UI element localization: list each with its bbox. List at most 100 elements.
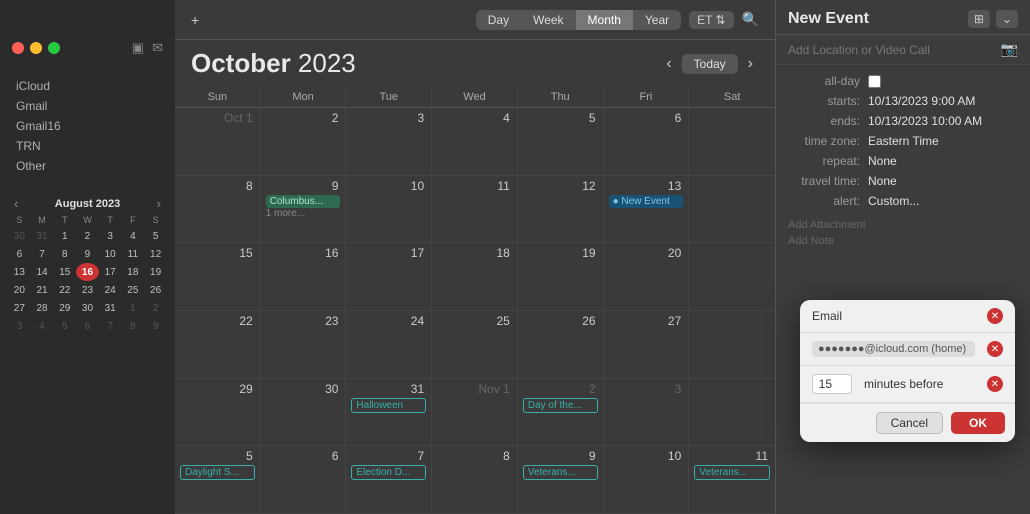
mini-cell[interactable]: 2	[76, 227, 99, 245]
video-call-btn[interactable]: 📷	[1001, 41, 1018, 58]
view-month-btn[interactable]: Month	[576, 10, 633, 30]
mini-cell[interactable]: 30	[8, 227, 31, 245]
repeat-value[interactable]: None	[868, 154, 897, 168]
mini-cell[interactable]: 5	[53, 317, 76, 335]
dialog-email-field[interactable]: ●●●●●●●@icloud.com (home)	[812, 341, 975, 357]
cal-cell[interactable]: 5	[518, 108, 604, 176]
event-chip-veterans2[interactable]: Veterans...	[694, 465, 770, 480]
cal-cell[interactable]: 8	[432, 446, 518, 514]
alert-value[interactable]: Custom...	[868, 194, 919, 208]
cal-cell[interactable]: Nov 1	[432, 379, 518, 447]
mini-cell[interactable]: 4	[122, 227, 145, 245]
cal-cell[interactable]: 16	[261, 243, 347, 311]
panel-icon-btn2[interactable]: ⌄	[996, 10, 1018, 28]
cal-cell[interactable]: 3	[604, 379, 690, 447]
mini-cell[interactable]: 3	[8, 317, 31, 335]
mini-cell[interactable]: 7	[31, 245, 54, 263]
cal-cell[interactable]: 31 Halloween	[346, 379, 432, 447]
sidebar-item-trn[interactable]: TRN	[0, 136, 175, 156]
cal-cell[interactable]: 4	[432, 108, 518, 176]
cal-cell[interactable]	[689, 243, 775, 311]
event-chip-election[interactable]: Election D...	[351, 465, 426, 480]
cal-cell[interactable]: 5 Daylight S...	[175, 446, 261, 514]
mini-cell[interactable]: 7	[99, 317, 122, 335]
mini-cell[interactable]: 20	[8, 281, 31, 299]
mini-cell[interactable]: 12	[144, 245, 167, 263]
mini-cell[interactable]: 17	[99, 263, 122, 281]
mini-cell[interactable]: 9	[76, 245, 99, 263]
mini-cell[interactable]: 27	[8, 299, 31, 317]
cal-cell[interactable]: 20	[604, 243, 690, 311]
cal-cell[interactable]: 6	[261, 446, 347, 514]
mini-cell[interactable]: 14	[31, 263, 54, 281]
cal-cell[interactable]: 13 ● New Event	[604, 176, 690, 244]
mini-cell[interactable]: 18	[122, 263, 145, 281]
add-event-btn[interactable]: +	[191, 12, 199, 28]
event-chip-day-of-the[interactable]: Day of the...	[523, 398, 598, 413]
mini-cell[interactable]: 22	[53, 281, 76, 299]
mini-cell[interactable]: 8	[122, 317, 145, 335]
mini-cell[interactable]: 6	[76, 317, 99, 335]
mini-cal-next-btn[interactable]: ›	[153, 196, 165, 211]
mini-cell[interactable]: 1	[53, 227, 76, 245]
sidebar-item-other[interactable]: Other	[0, 156, 175, 176]
cal-cell[interactable]: 30	[261, 379, 347, 447]
mini-cell[interactable]: 31	[99, 299, 122, 317]
search-btn[interactable]: 🔍	[742, 11, 759, 28]
cal-cell[interactable]: Oct 1	[175, 108, 261, 176]
dialog-close-btn[interactable]: ✕	[987, 308, 1003, 324]
cal-cell[interactable]: 9 Veterans...	[518, 446, 604, 514]
cal-next-btn[interactable]: ›	[742, 53, 759, 75]
view-week-btn[interactable]: Week	[521, 10, 575, 30]
sidebar-item-gmail16[interactable]: Gmail16	[0, 116, 175, 136]
all-day-checkbox[interactable]	[868, 75, 881, 88]
add-note-row[interactable]: Add Note	[776, 233, 1030, 249]
mini-cell[interactable]: 21	[31, 281, 54, 299]
cal-cell[interactable]	[689, 379, 775, 447]
mini-cell[interactable]: 4	[31, 317, 54, 335]
minimize-window-btn[interactable]	[30, 42, 42, 54]
cal-cell[interactable]: 10	[346, 176, 432, 244]
cal-cell[interactable]: 29	[175, 379, 261, 447]
cal-cell[interactable]: 24	[346, 311, 432, 379]
mini-cell[interactable]: 11	[122, 245, 145, 263]
mini-cell[interactable]: 29	[53, 299, 76, 317]
mini-cell-today[interactable]: 16	[76, 263, 99, 281]
mini-cell[interactable]: 2	[144, 299, 167, 317]
view-year-btn[interactable]: Year	[633, 10, 681, 30]
mini-cell[interactable]: 10	[99, 245, 122, 263]
view-day-btn[interactable]: Day	[476, 10, 521, 30]
cal-cell[interactable]: 19	[518, 243, 604, 311]
mini-cell[interactable]: 6	[8, 245, 31, 263]
cal-cell[interactable]: 23	[261, 311, 347, 379]
mini-cal-prev-btn[interactable]: ‹	[10, 196, 22, 211]
mini-cell[interactable]: 19	[144, 263, 167, 281]
location-placeholder[interactable]: Add Location or Video Call	[788, 43, 995, 57]
timezone-selector[interactable]: ET ⇅	[689, 11, 733, 29]
cal-cell[interactable]: 25	[432, 311, 518, 379]
event-chip-halloween[interactable]: Halloween	[351, 398, 426, 413]
cal-today-btn[interactable]: Today	[682, 54, 738, 74]
dialog-minutes-remove-btn[interactable]: ✕	[987, 376, 1003, 392]
timezone-field-value[interactable]: Eastern Time	[868, 134, 939, 148]
event-chip-new-event[interactable]: ● New Event	[609, 195, 684, 208]
cal-cell[interactable]: 18	[432, 243, 518, 311]
cal-cell[interactable]: 10	[604, 446, 690, 514]
cal-prev-btn[interactable]: ‹	[660, 53, 677, 75]
event-chip-veterans1[interactable]: Veterans...	[523, 465, 598, 480]
close-window-btn[interactable]	[12, 42, 24, 54]
event-chip[interactable]: Columbus...	[266, 195, 341, 208]
cal-cell[interactable]: 8	[175, 176, 261, 244]
mini-cell[interactable]: 5	[144, 227, 167, 245]
ends-value[interactable]: 10/13/2023 10:00 AM	[868, 114, 982, 128]
mini-cell[interactable]: 13	[8, 263, 31, 281]
mini-cell[interactable]: 15	[53, 263, 76, 281]
cal-cell[interactable]: 9 Columbus... 1 more...	[261, 176, 347, 244]
mini-cell[interactable]: 31	[31, 227, 54, 245]
event-chip-daylight[interactable]: Daylight S...	[180, 465, 255, 480]
cal-cell[interactable]: 22	[175, 311, 261, 379]
cal-cell[interactable]: 15	[175, 243, 261, 311]
fullscreen-window-btn[interactable]	[48, 42, 60, 54]
mini-cell[interactable]: 30	[76, 299, 99, 317]
cal-cell[interactable]: 6	[604, 108, 690, 176]
